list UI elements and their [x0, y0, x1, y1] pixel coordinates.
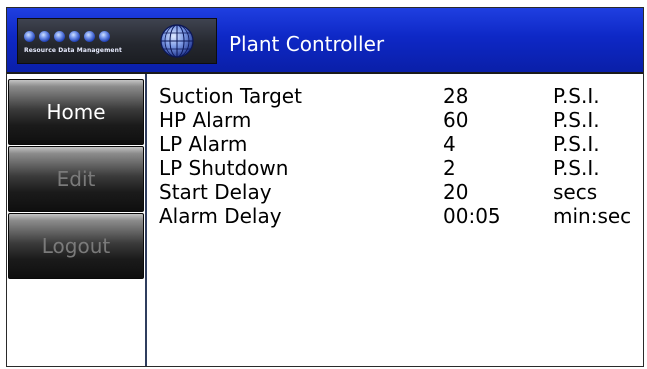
logout-button[interactable]: Logout: [8, 213, 144, 279]
setting-label: HP Alarm: [159, 108, 252, 132]
setting-row-hp-alarm: HP Alarm 60 P.S.I.: [159, 108, 639, 132]
logo-dot: [84, 31, 95, 42]
setting-unit: P.S.I.: [553, 132, 600, 156]
setting-value: 2: [443, 156, 456, 180]
logo-text: Resource Data Management: [24, 47, 122, 54]
setting-row-lp-alarm: LP Alarm 4 P.S.I.: [159, 132, 639, 156]
header-bar: Resource Data Management Plant Controlle…: [7, 8, 643, 74]
setting-unit: P.S.I.: [553, 108, 600, 132]
app-window: Resource Data Management Plant Controlle…: [6, 7, 644, 367]
logo-dot: [99, 31, 110, 42]
setting-unit: min:sec: [553, 204, 632, 228]
company-logo: Resource Data Management: [17, 18, 217, 64]
setting-label: LP Alarm: [159, 132, 248, 156]
setting-label: Alarm Delay: [159, 204, 282, 228]
setting-unit: P.S.I.: [553, 84, 600, 108]
setting-value: 00:05: [443, 204, 501, 228]
setting-unit: P.S.I.: [553, 156, 600, 180]
home-button[interactable]: Home: [8, 79, 144, 145]
setting-unit: secs: [553, 180, 598, 204]
setting-label: Start Delay: [159, 180, 272, 204]
globe-icon: [160, 24, 194, 58]
logo-dot: [24, 31, 35, 42]
logo-dot: [69, 31, 80, 42]
logo-dot: [54, 31, 65, 42]
setting-row-start-delay: Start Delay 20 secs: [159, 180, 639, 204]
setting-value: 20: [443, 180, 469, 204]
setting-row-lp-shutdown: LP Shutdown 2 P.S.I.: [159, 156, 639, 180]
setting-label: Suction Target: [159, 84, 302, 108]
setting-value: 60: [443, 108, 469, 132]
setting-label: LP Shutdown: [159, 156, 289, 180]
setting-row-suction-target: Suction Target 28 P.S.I.: [159, 84, 639, 108]
setting-row-alarm-delay: Alarm Delay 00:05 min:sec: [159, 204, 639, 228]
app-title: Plant Controller: [229, 32, 385, 56]
logo-dot: [39, 31, 50, 42]
setting-value: 4: [443, 132, 456, 156]
logo-dots: [24, 31, 110, 42]
edit-button[interactable]: Edit: [8, 146, 144, 212]
settings-table: Suction Target 28 P.S.I. HP Alarm 60 P.S…: [159, 84, 639, 228]
setting-value: 28: [443, 84, 469, 108]
sidebar-nav: Home Edit Logout: [7, 74, 147, 366]
